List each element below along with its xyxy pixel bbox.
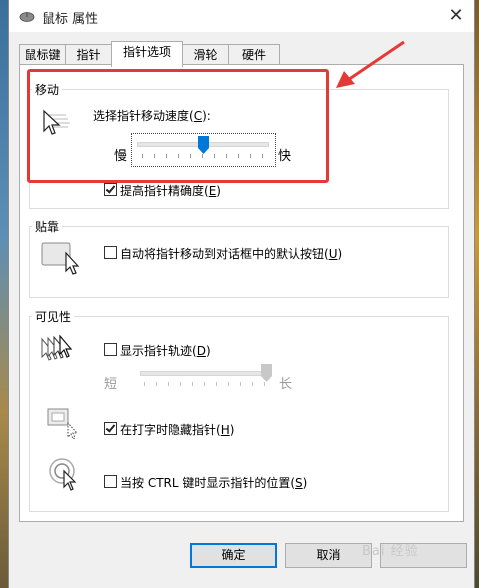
ok-button[interactable]: 确定 [190, 543, 277, 568]
tab-wheel[interactable]: 滑轮 [182, 44, 229, 66]
precision-label: 提高指针精确度(E) [120, 184, 221, 198]
mouse-app-icon [19, 12, 35, 22]
snap-to-checkbox[interactable] [104, 246, 117, 259]
pointer-trails-checkbox[interactable] [104, 343, 117, 356]
tab-hardware[interactable]: 硬件 [228, 44, 280, 66]
watermark: Bai 经验 [362, 544, 419, 559]
title-bar: 鼠标 属性 ✕ [9, 0, 474, 32]
hide-while-typing-icon [47, 408, 79, 439]
show-location-icon [49, 458, 77, 491]
pointer-trails-icon [41, 335, 73, 361]
close-icon: ✕ [448, 5, 464, 26]
annotation-highlight-box [27, 69, 329, 183]
precision-checkbox[interactable] [104, 183, 117, 196]
window-title: 鼠标 属性 [42, 12, 99, 27]
trails-slider-thumb[interactable] [260, 364, 272, 382]
tab-pointer-options[interactable]: 指针选项 [111, 41, 183, 67]
hide-while-typing-checkbox[interactable] [104, 422, 117, 435]
pointer-trails-label: 显示指针轨迹(D) [120, 344, 211, 358]
tab-pointers[interactable]: 指针 [65, 44, 112, 66]
show-location-label: 当按 CTRL 键时显示指针的位置(S) [120, 476, 308, 490]
visibility-group-label: 可见性 [32, 308, 75, 325]
snap-to-label: 自动将指针移动到对话框中的默认按钮(U) [120, 247, 343, 261]
snap-group-label: 贴靠 [32, 218, 63, 235]
hide-while-typing-label: 在打字时隐藏指针(H) [120, 423, 235, 437]
close-button[interactable]: ✕ [444, 4, 468, 28]
cancel-button[interactable]: 取消 [285, 543, 372, 568]
snap-to-icon [41, 242, 80, 275]
trails-slider-ticks [144, 382, 266, 386]
trails-slider-track [140, 371, 272, 376]
short-label: 短 [104, 377, 118, 392]
tab-buttons[interactable]: 鼠标键 [19, 44, 66, 66]
snap-group [29, 226, 449, 298]
long-label: 长 [279, 377, 293, 392]
show-location-checkbox[interactable] [104, 475, 117, 488]
annotation-arrow-icon [336, 40, 405, 88]
